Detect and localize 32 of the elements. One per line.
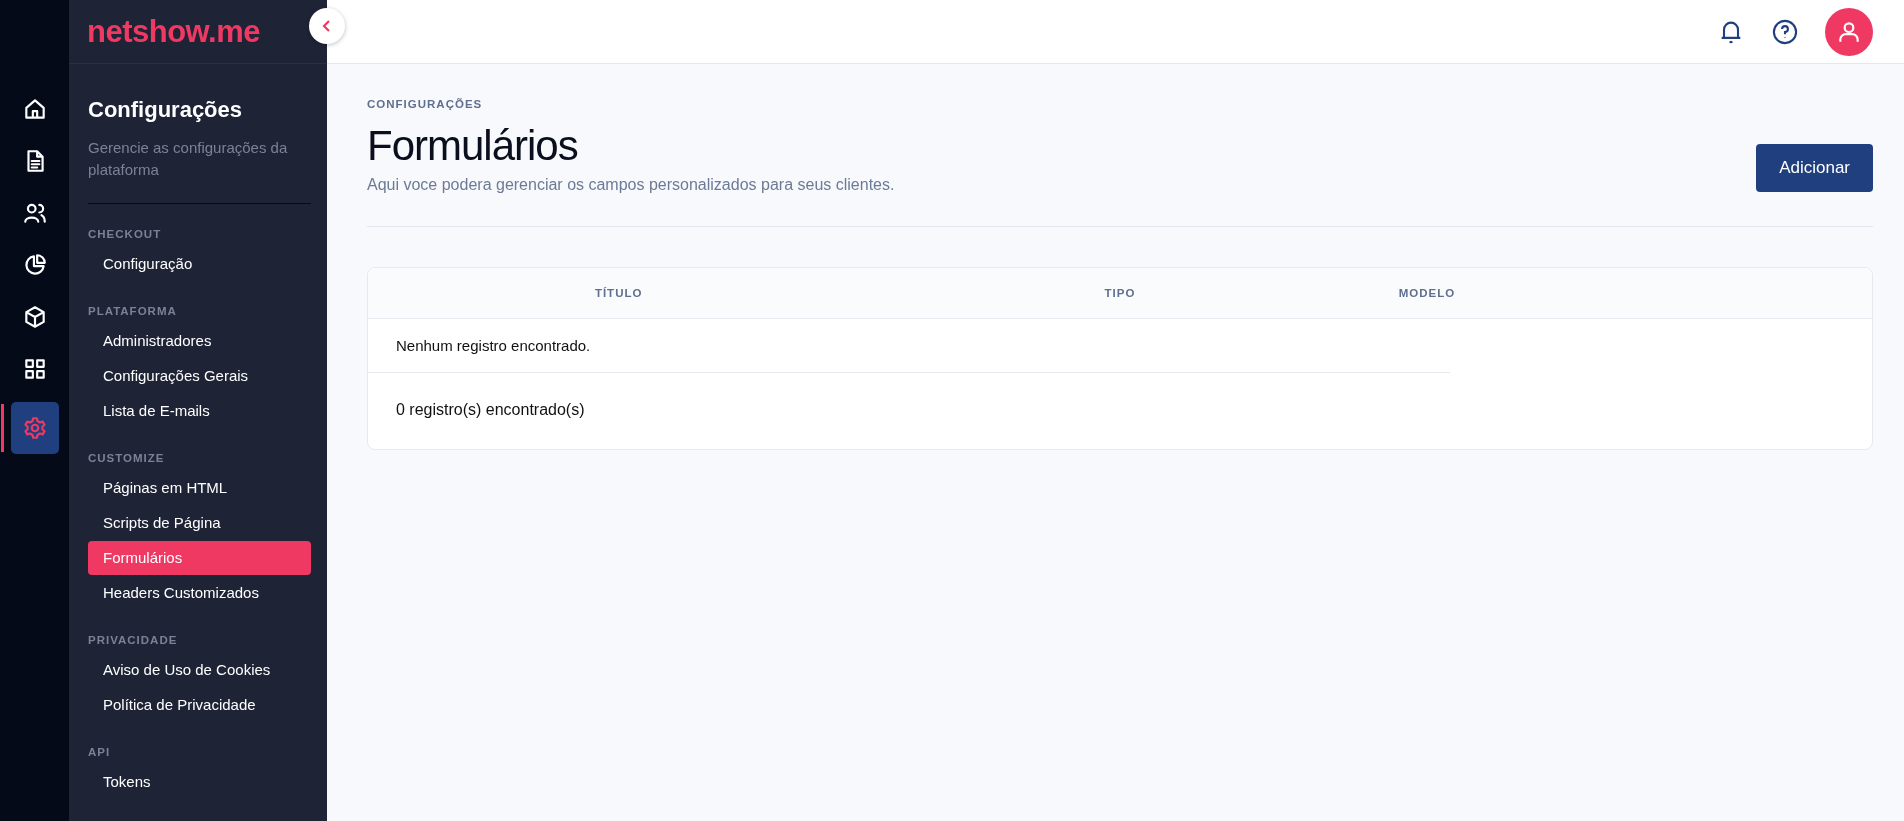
avatar[interactable] bbox=[1825, 7, 1873, 56]
sidebar-description: Gerencie as configurações da plataforma bbox=[88, 137, 311, 204]
sidebar-item[interactable]: Configurações Gerais bbox=[88, 359, 311, 393]
record-count: 0 registro(s) encontrado(s) bbox=[396, 401, 585, 419]
page-subtitle: Aqui voce podera gerenciar os campos personalizados para seus clientes. bbox=[367, 176, 895, 194]
sidebar-item[interactable]: Formulários bbox=[88, 541, 311, 575]
settings-icon bbox=[21, 415, 48, 441]
collapse-button[interactable] bbox=[309, 8, 345, 44]
section-heading: PRIVACIDADE bbox=[88, 634, 179, 646]
sidebar-item[interactable]: Política de Privacidade bbox=[88, 688, 311, 722]
section-heading: CHECKOUT bbox=[88, 228, 163, 240]
sidebar-item[interactable]: Administradores bbox=[88, 324, 311, 358]
sidebar-item[interactable]: Lista de E-mails bbox=[88, 394, 311, 428]
sidebar-title: Configurações bbox=[88, 97, 244, 123]
sidebar-item[interactable]: Configuração bbox=[88, 247, 311, 281]
section-heading: API bbox=[88, 746, 112, 758]
sidebar-item[interactable]: Aviso de Uso de Cookies bbox=[88, 653, 311, 687]
column-header: TÍTULO bbox=[593, 287, 644, 299]
section-heading: CUSTOMIZE bbox=[88, 452, 166, 464]
logo: netshow.me bbox=[87, 13, 260, 50]
page-title: Formulários bbox=[367, 122, 579, 170]
sidebar-item[interactable]: Páginas em HTML bbox=[88, 471, 311, 505]
column-header: TIPO bbox=[1103, 287, 1137, 299]
sidebar-item[interactable]: Scripts de Página bbox=[88, 506, 311, 540]
empty-message: Nenhum registro encontrado. bbox=[368, 319, 1450, 373]
help-icon[interactable] bbox=[1771, 17, 1799, 46]
sidebar-item[interactable]: Tokens bbox=[88, 765, 311, 799]
sidebar-item[interactable]: Headers Customizados bbox=[88, 576, 311, 610]
breadcrumb: CONFIGURAÇÕES bbox=[367, 98, 484, 110]
add-button[interactable]: Adicionar bbox=[1756, 144, 1873, 192]
section-heading: PLATAFORMA bbox=[88, 305, 178, 317]
column-header: MODELO bbox=[1397, 287, 1457, 299]
